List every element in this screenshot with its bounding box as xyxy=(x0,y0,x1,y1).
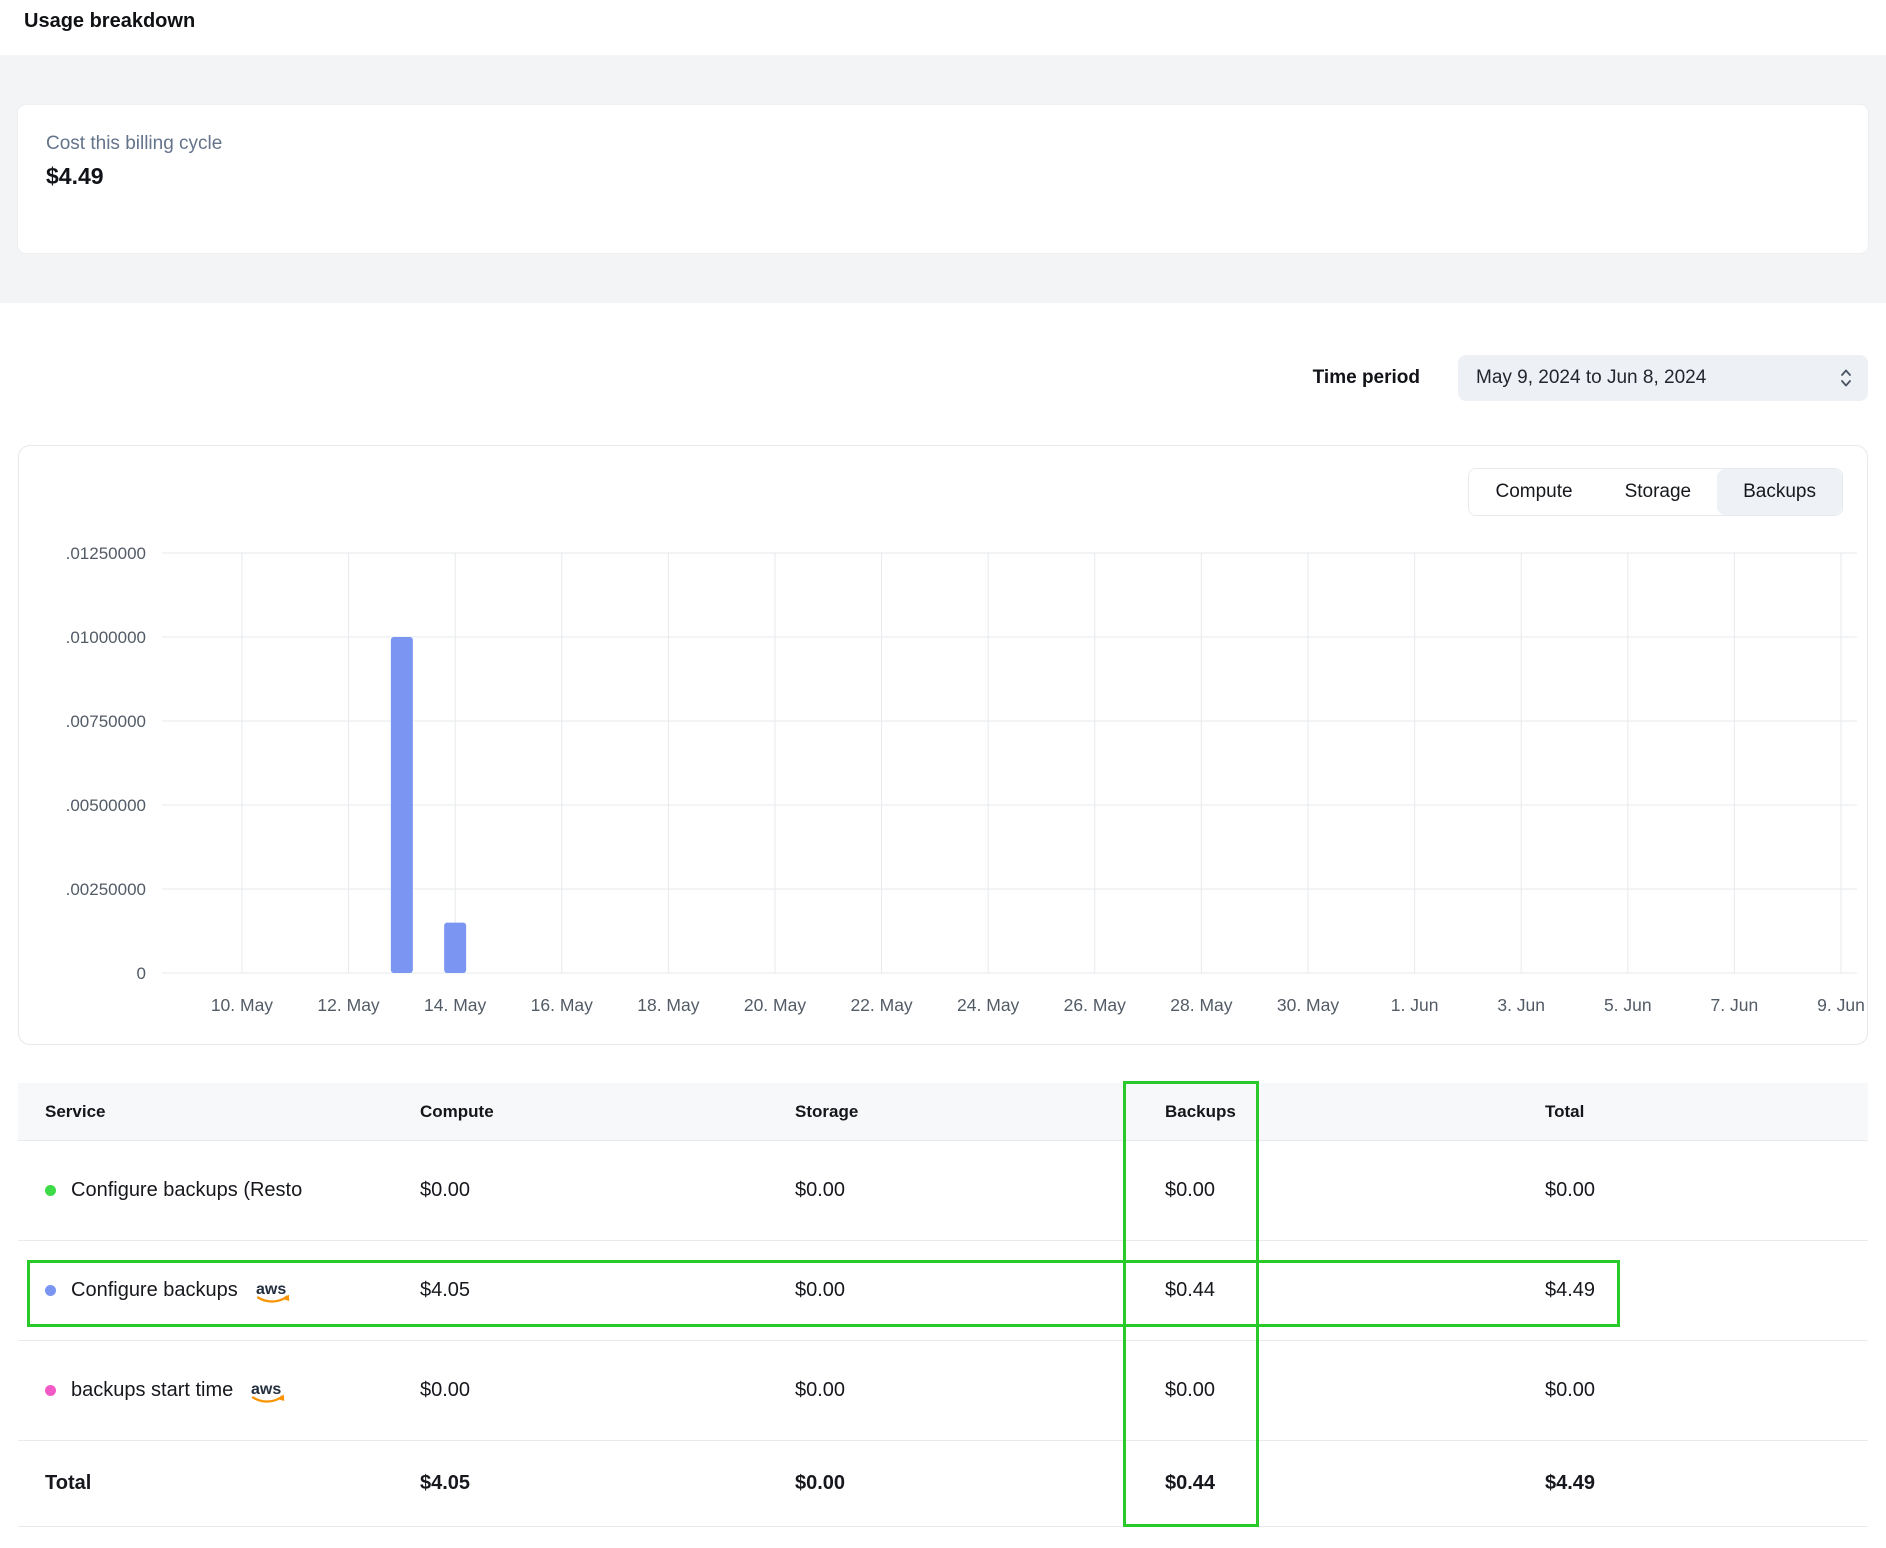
compute-value: $0.00 xyxy=(393,1379,768,1402)
compute-value: $0.00 xyxy=(393,1179,768,1202)
total-value: $4.49 xyxy=(1518,1279,1868,1302)
total-row-label: Total xyxy=(18,1472,393,1495)
column-header-storage: Storage xyxy=(768,1102,1138,1122)
service-cell: backups start time aws xyxy=(18,1376,393,1406)
y-axis-tick-label: .01000000 xyxy=(66,628,146,647)
usage-chart-card: Compute Storage Backups 10. May 12. May 14… xyxy=(18,445,1868,1045)
svg-text:aws: aws xyxy=(256,1281,286,1298)
aws-logo: aws xyxy=(248,1380,288,1406)
column-header-compute: Compute xyxy=(393,1102,768,1122)
usage-bar-chart: 10. May 12. May 14. May 16. May 18. May 20. M… xyxy=(20,538,1866,1038)
y-axis-tick-label: .00500000 xyxy=(66,796,146,815)
y-axis-tick-label: 0 xyxy=(137,964,146,983)
storage-value: $0.00 xyxy=(768,1379,1138,1402)
cost-cycle-label: Cost this billing cycle xyxy=(46,133,1840,155)
total-storage-value: $0.00 xyxy=(768,1472,1138,1495)
column-header-backups: Backups xyxy=(1138,1102,1518,1122)
total-total-value: $4.49 xyxy=(1518,1472,1868,1495)
table-total-row: Total $4.05 $0.00 $0.44 $4.49 xyxy=(18,1441,1868,1527)
x-axis-tick-label: 12. May xyxy=(317,995,379,1015)
usage-table: Service Compute Storage Backups Total Co… xyxy=(18,1083,1868,1527)
legend-dot-blue xyxy=(45,1285,56,1296)
table-header-row: Service Compute Storage Backups Total xyxy=(18,1083,1868,1141)
service-cell: Configure backups aws xyxy=(18,1276,393,1306)
column-header-service: Service xyxy=(18,1102,393,1122)
y-axis-tick-label: .00750000 xyxy=(66,712,146,731)
storage-value: $0.00 xyxy=(768,1179,1138,1202)
x-axis-tick-label: 9. Jun xyxy=(1817,995,1865,1015)
backups-value: $0.00 xyxy=(1138,1179,1518,1202)
service-name: Configure backups (Resto xyxy=(71,1179,302,1202)
x-axis-tick-label: 20. May xyxy=(744,995,806,1015)
total-backups-value: $0.44 xyxy=(1138,1472,1518,1495)
billing-summary-card: Cost this billing cycle $4.49 xyxy=(18,105,1868,253)
time-period-label: Time period xyxy=(1313,367,1420,389)
x-axis-tick-label: 7. Jun xyxy=(1711,995,1759,1015)
x-axis-tick-label: 1. Jun xyxy=(1391,995,1439,1015)
x-axis-tick-label: 26. May xyxy=(1064,995,1126,1015)
tab-compute[interactable]: Compute xyxy=(1469,469,1598,515)
chart-tab-group: Compute Storage Backups xyxy=(1468,468,1843,516)
x-axis-tick-label: 24. May xyxy=(957,995,1019,1015)
x-axis-tick-label: 5. Jun xyxy=(1604,995,1652,1015)
page-header: Usage breakdown xyxy=(0,0,1886,55)
x-axis-tick-label: 14. May xyxy=(424,995,486,1015)
backups-value: $0.44 xyxy=(1138,1279,1518,1302)
service-name: backups start time xyxy=(71,1379,233,1402)
aws-logo: aws xyxy=(253,1280,293,1306)
storage-value: $0.00 xyxy=(768,1279,1138,1302)
y-axis-tick-label: .01250000 xyxy=(66,544,146,563)
page-title: Usage breakdown xyxy=(24,10,1862,33)
x-axis-tick-label: 18. May xyxy=(637,995,699,1015)
column-header-total: Total xyxy=(1518,1102,1868,1122)
time-period-select[interactable]: May 9, 2024 to Jun 8, 2024 xyxy=(1458,355,1868,401)
legend-dot-green xyxy=(45,1185,56,1196)
tab-storage[interactable]: Storage xyxy=(1599,469,1718,515)
y-axis-tick-label: .00250000 xyxy=(66,880,146,899)
total-value: $0.00 xyxy=(1518,1179,1868,1202)
total-compute-value: $4.05 xyxy=(393,1472,768,1495)
x-axis-tick-label: 30. May xyxy=(1277,995,1339,1015)
x-axis-tick-label: 28. May xyxy=(1170,995,1232,1015)
tab-backups[interactable]: Backups xyxy=(1717,469,1842,515)
table-row-backups-start-time: backups start time aws $0.00 $0.00 $0.00… xyxy=(18,1341,1868,1441)
chart-bar xyxy=(444,923,466,973)
x-axis-tick-label: 16. May xyxy=(531,995,593,1015)
legend-dot-pink xyxy=(45,1385,56,1396)
backups-value: $0.00 xyxy=(1138,1379,1518,1402)
cost-cycle-amount: $4.49 xyxy=(46,163,1840,190)
time-period-value: May 9, 2024 to Jun 8, 2024 xyxy=(1476,367,1706,389)
x-axis-tick-label: 10. May xyxy=(211,995,273,1015)
service-name: Configure backups xyxy=(71,1279,238,1302)
svg-text:aws: aws xyxy=(251,1381,281,1398)
service-cell: Configure backups (Resto xyxy=(18,1179,393,1202)
table-row-configure-backups-restore: Configure backups (Resto $0.00 $0.00 $0.… xyxy=(18,1141,1868,1241)
x-axis-tick-label: 22. May xyxy=(850,995,912,1015)
chevron-updown-icon xyxy=(1838,366,1854,390)
table-row-configure-backups: Configure backups aws $4.05 $0.00 $0.44 … xyxy=(18,1241,1868,1341)
billing-summary-band: Cost this billing cycle $4.49 xyxy=(0,55,1886,303)
chart-bar xyxy=(391,637,413,973)
compute-value: $4.05 xyxy=(393,1279,768,1302)
x-axis-tick-label: 3. Jun xyxy=(1497,995,1545,1015)
total-value: $0.00 xyxy=(1518,1379,1868,1402)
time-period-row: Time period May 9, 2024 to Jun 8, 2024 xyxy=(18,355,1868,401)
